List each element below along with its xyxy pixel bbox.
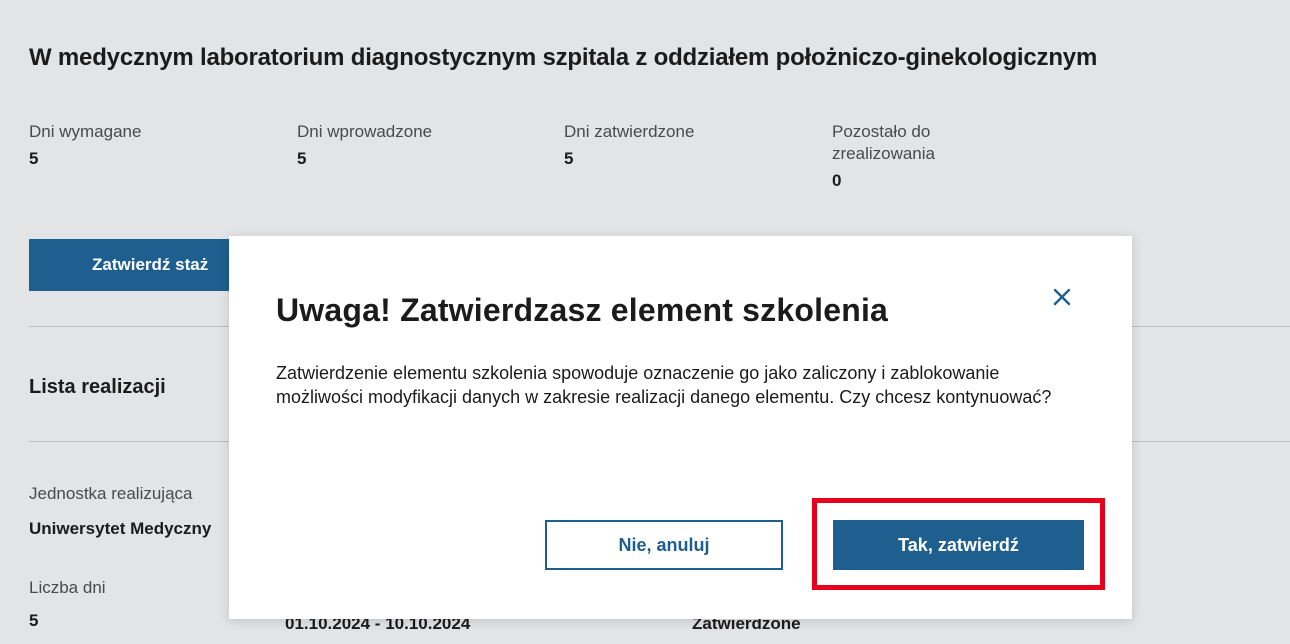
close-icon[interactable] [1047, 282, 1077, 312]
divider [1132, 326, 1290, 327]
stat-label: Dni zatwierdzone [564, 122, 695, 141]
cancel-button[interactable]: Nie, anuluj [545, 520, 783, 570]
stat-value: 5 [29, 149, 39, 168]
stat-required-days: Dni wymagane 5 [29, 121, 141, 169]
unit-value: Uniwersytet Medyczny [29, 519, 212, 538]
dialog-title: Uwaga! Zatwierdzasz element szkolenia [276, 292, 889, 328]
stat-value: 5 [297, 149, 307, 168]
divider [29, 326, 229, 327]
stat-remaining-days: Pozostało do zrealizowania 0 [832, 121, 982, 191]
dialog-message: Zatwierdzenie elementu szkolenia spowodu… [276, 363, 1052, 407]
stat-label: Dni wprowadzone [297, 122, 433, 141]
stat-label: Dni wymagane [29, 122, 142, 141]
confirm-dialog: Uwaga! Zatwierdzasz element szkolenia Za… [229, 236, 1132, 619]
page-title: W medycznym laboratorium diagnostycznym … [29, 44, 1098, 71]
stat-approved-days: Dni zatwierdzone 5 [564, 121, 694, 169]
divider [1132, 441, 1290, 442]
stat-entered-days: Dni wprowadzone 5 [297, 121, 432, 169]
list-title: Lista realizacji [29, 376, 166, 398]
days-label: Liczba dni [29, 578, 106, 597]
days-value: 5 [29, 611, 39, 630]
unit-label: Jednostka realizująca [29, 484, 193, 503]
stat-value: 5 [564, 149, 574, 168]
stat-value: 0 [832, 171, 842, 190]
divider [29, 441, 229, 442]
stat-label: Pozostało do zrealizowania [832, 122, 935, 163]
confirm-button[interactable]: Tak, zatwierdź [833, 520, 1084, 570]
page: W medycznym laboratorium diagnostycznym … [0, 0, 1290, 644]
